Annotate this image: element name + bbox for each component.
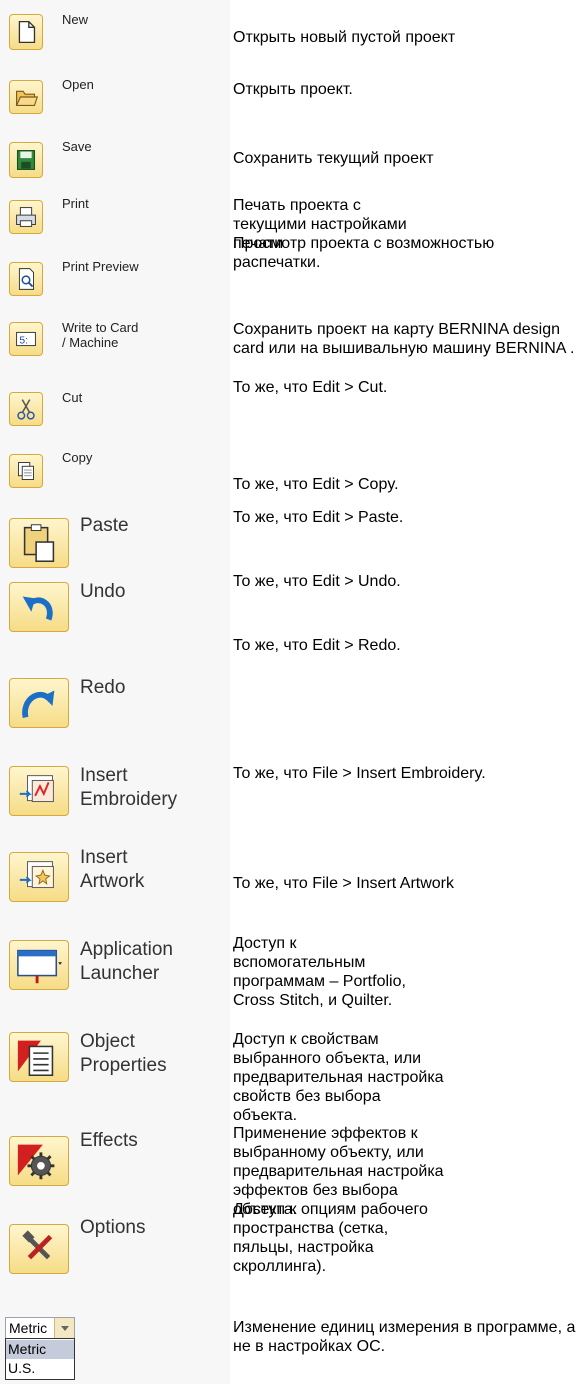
paste-description: То же, что Edit > Paste. — [233, 509, 404, 526]
print-button[interactable] — [9, 200, 43, 234]
options-button[interactable] — [9, 1224, 69, 1274]
write-to-card-icon: 5: — [16, 331, 36, 347]
print-preview-button[interactable] — [9, 262, 43, 296]
print-preview-icon — [18, 268, 34, 290]
new-document-icon — [18, 20, 36, 44]
undo-button[interactable] — [9, 582, 69, 632]
insert-embroidery-icon — [19, 775, 54, 803]
object-properties-label: Object Properties — [80, 1031, 167, 1076]
new-label: New — [62, 12, 89, 27]
write-to-card-button[interactable]: 5: — [9, 322, 43, 356]
object-properties-icon — [17, 1040, 54, 1077]
svg-text:5:: 5: — [19, 336, 28, 347]
redo-description: То же, что Edit > Redo. — [233, 637, 401, 654]
cut-label: Cut — [62, 390, 83, 405]
object-properties-description: Доступ к свойствам выбранного объекта, и… — [233, 1031, 444, 1124]
application-launcher-description: Доступ к вспомогательным программам – Po… — [233, 935, 406, 1009]
save-disk-icon — [16, 150, 36, 170]
effects-label: Effects — [80, 1130, 138, 1151]
units-select[interactable]: Metric — [5, 1317, 75, 1339]
print-preview-label: Print Preview — [62, 259, 139, 274]
effects-gear-icon — [17, 1144, 55, 1180]
print-preview-description: Просмотр проекта с возможностью распечат… — [233, 235, 495, 271]
application-launcher-icon — [17, 949, 63, 984]
new-description: Открыть новый пустой проект — [233, 29, 456, 46]
open-description: Открыть проект. — [233, 81, 353, 98]
insert-embroidery-label: Insert Embroidery — [80, 765, 178, 810]
redo-label: Redo — [80, 677, 126, 698]
insert-artwork-description: То же, что File > Insert Artwork — [233, 875, 455, 892]
options-tools-icon — [22, 1230, 53, 1260]
write-to-card-label: Write to Card / Machine — [62, 320, 139, 350]
units-option-us[interactable]: U.S. — [6, 1359, 74, 1378]
save-button[interactable] — [9, 142, 43, 178]
undo-label: Undo — [80, 581, 126, 602]
cut-button[interactable] — [9, 392, 43, 426]
new-button[interactable] — [9, 14, 43, 50]
units-option-metric[interactable]: Metric — [6, 1340, 74, 1359]
copy-button[interactable] — [9, 454, 43, 488]
open-label: Open — [62, 77, 94, 92]
redo-button[interactable] — [9, 678, 69, 728]
insert-artwork-label: Insert Artwork — [80, 847, 145, 892]
options-label: Options — [80, 1217, 146, 1238]
units-dropdown-list: Metric U.S. — [5, 1338, 75, 1380]
insert-artwork-button[interactable] — [9, 852, 69, 902]
insert-artwork-icon — [19, 861, 54, 889]
open-folder-icon — [15, 90, 39, 107]
open-button[interactable] — [9, 80, 43, 114]
units-description: Изменение единиц измерения в программе, … — [233, 1319, 576, 1355]
options-description: Доступ к опциям рабочего пространства (с… — [233, 1201, 428, 1275]
save-description: Сохранить текущий проект — [233, 150, 434, 167]
paste-icon — [23, 524, 55, 563]
chevron-down-icon[interactable] — [54, 1318, 74, 1338]
scissors-icon — [17, 399, 35, 420]
cut-description: То же, что Edit > Cut. — [233, 379, 388, 396]
insert-embroidery-description: То же, что File > Insert Embroidery. — [233, 765, 486, 782]
application-launcher-button[interactable] — [9, 940, 69, 990]
undo-description: То же, что Edit > Undo. — [233, 573, 401, 590]
paste-button[interactable] — [9, 518, 69, 568]
insert-embroidery-button[interactable] — [9, 766, 69, 816]
copy-description: То же, что Edit > Copy. — [233, 476, 399, 493]
redo-arrow-icon — [22, 690, 55, 719]
paste-label: Paste — [80, 515, 129, 536]
object-properties-button[interactable] — [9, 1032, 69, 1082]
effects-button[interactable] — [9, 1136, 69, 1186]
undo-arrow-icon — [22, 596, 53, 621]
application-launcher-label: Application Launcher — [80, 939, 173, 984]
save-label: Save — [62, 139, 92, 154]
copy-icon — [18, 462, 34, 480]
copy-label: Copy — [62, 450, 93, 465]
printer-icon — [16, 207, 36, 227]
write-to-card-description: Сохранить проект на карту BERNINA design… — [233, 321, 575, 357]
units-selected-value: Metric — [9, 1320, 48, 1336]
print-label: Print — [62, 196, 89, 211]
